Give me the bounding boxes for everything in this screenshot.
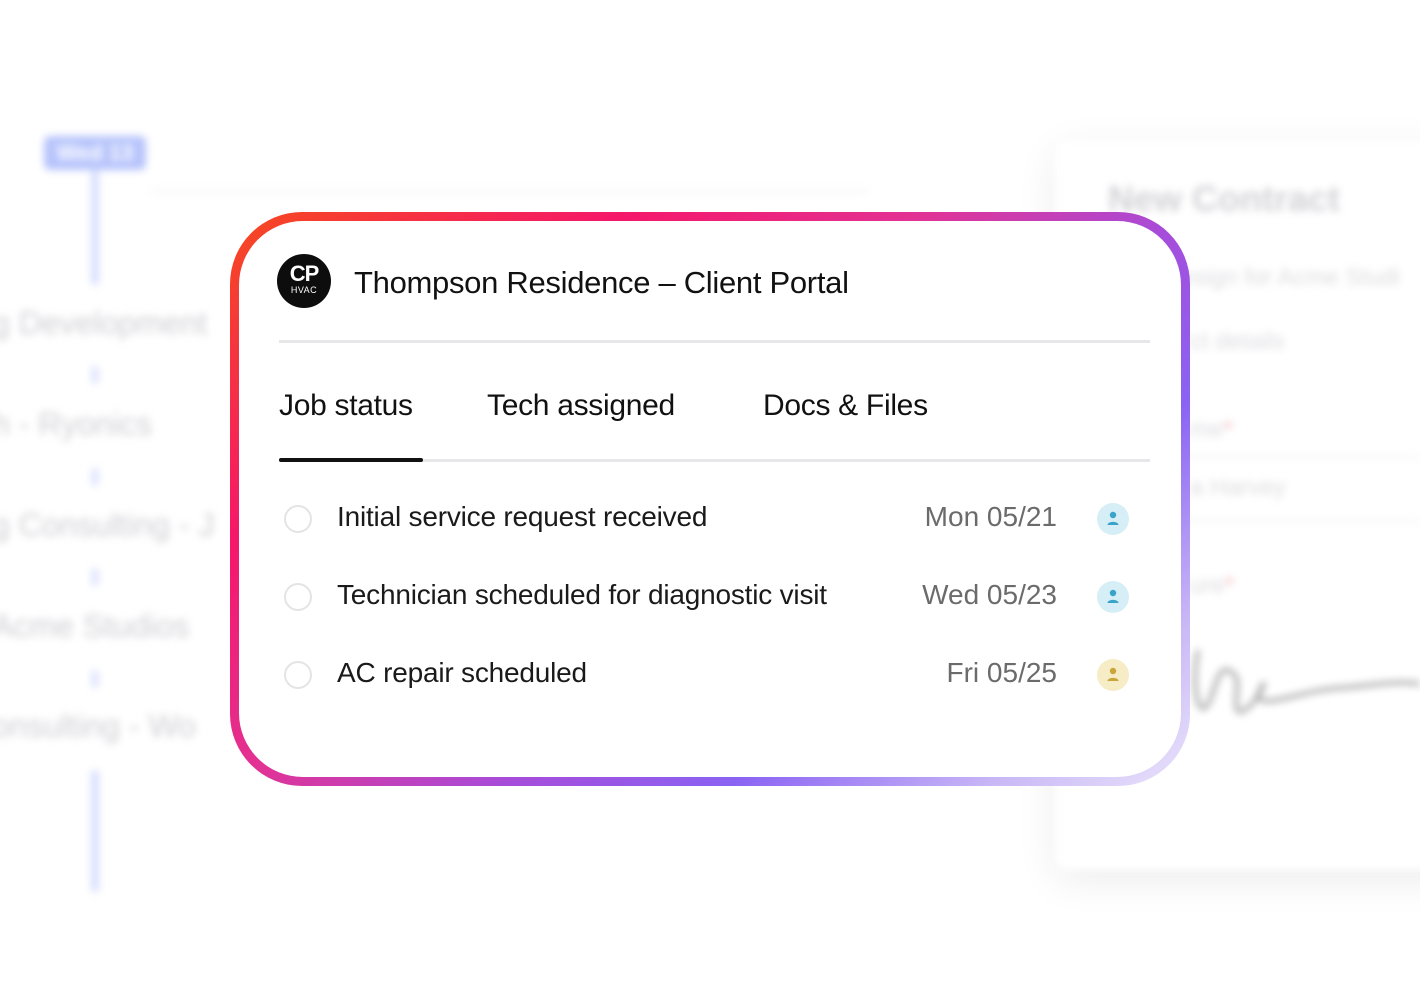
user-icon[interactable] <box>1097 659 1129 691</box>
user-icon[interactable] <box>1097 581 1129 613</box>
job-status-date: Wed 05/23 <box>922 579 1057 610</box>
timeline-divider <box>150 190 870 192</box>
timeline-tick <box>92 366 98 384</box>
job-status-label: Technician scheduled for diagnostic visi… <box>337 579 827 610</box>
contract-signature-label: ure* <box>1190 572 1235 599</box>
portal-title: Thompson Residence – Client Portal <box>354 265 849 300</box>
timeline-line <box>91 770 99 892</box>
job-status-date: Fri 05/25 <box>946 657 1058 688</box>
user-icon[interactable] <box>1097 503 1129 535</box>
client-portal-card: CP HVAC Thompson Residence – Client Port… <box>239 221 1181 777</box>
logo-subtitle: HVAC <box>290 285 318 295</box>
timeline-tick <box>92 670 98 688</box>
job-status-date: Mon 05/21 <box>924 501 1057 532</box>
job-status-label: Initial service request received <box>337 501 708 532</box>
header-divider <box>279 340 1150 343</box>
contract-name-divider <box>1180 456 1420 458</box>
timeline-item: h - Ryonics <box>0 406 153 442</box>
job-status-item[interactable]: Initial service request received Mon 05/… <box>279 491 1150 551</box>
contract-subtitle: esign for Acme Studi <box>1180 264 1401 291</box>
tab-tech-assigned[interactable]: Tech assigned <box>487 389 675 423</box>
timeline-item: g Consulting - J <box>0 507 215 543</box>
timeline-item: onsulting - Wo <box>0 708 196 744</box>
job-status-item[interactable]: AC repair scheduled Fri 05/25 <box>279 647 1150 707</box>
tab-active-indicator <box>279 458 423 462</box>
timeline-item: g Development <box>0 305 208 341</box>
contract-name-value: a Harvey <box>1190 474 1287 501</box>
status-checkbox[interactable] <box>284 583 312 611</box>
contract-name-label: me* <box>1190 416 1233 443</box>
timeline-tag: Wed 13 <box>44 136 146 170</box>
status-checkbox[interactable] <box>284 505 312 533</box>
timeline-tick <box>92 568 98 586</box>
signature-drawing <box>1193 649 1420 714</box>
job-status-item[interactable]: Technician scheduled for diagnostic visi… <box>279 569 1150 629</box>
contract-details-label: ct details <box>1190 328 1285 355</box>
tab-job-status[interactable]: Job status <box>279 389 413 423</box>
tab-docs-files[interactable]: Docs & Files <box>763 389 928 423</box>
timeline-tick <box>92 468 98 486</box>
tab-bar: Job status Tech assigned Docs & Files <box>279 381 1150 461</box>
contract-title: New Contract <box>1108 178 1341 219</box>
logo-initials: CP <box>289 261 320 286</box>
job-status-label: AC repair scheduled <box>337 657 587 688</box>
timeline-item: Acme Studios <box>0 608 190 644</box>
contract-name-divider <box>1180 520 1420 522</box>
company-logo: CP HVAC <box>277 254 331 308</box>
status-checkbox[interactable] <box>284 661 312 689</box>
timeline-line <box>91 170 99 285</box>
client-portal-card-border: CP HVAC Thompson Residence – Client Port… <box>230 212 1190 786</box>
